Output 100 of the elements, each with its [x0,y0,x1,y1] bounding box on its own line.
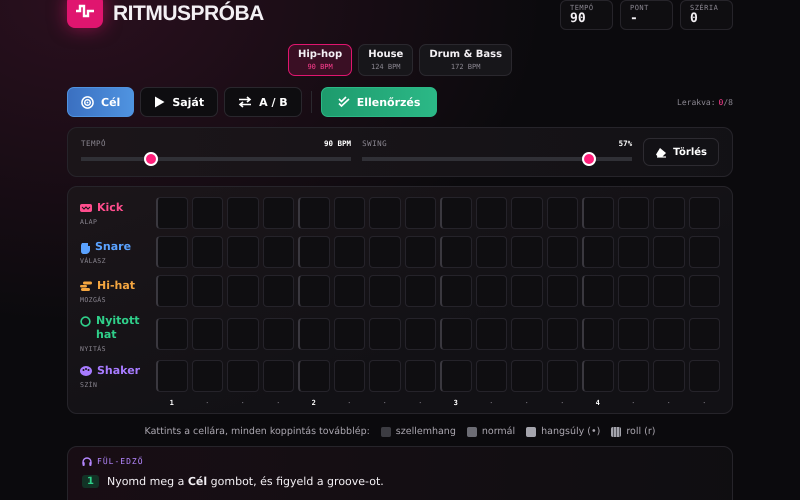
legend-swatch [466,426,477,436]
step-cell[interactable] [688,360,720,392]
step-cell[interactable] [618,275,649,307]
step-cell[interactable] [262,275,294,307]
step-cell[interactable] [404,275,436,307]
step-cell[interactable] [618,197,649,229]
step-cell[interactable] [334,360,365,392]
step-cell[interactable] [582,197,614,229]
step-cell[interactable] [404,236,436,268]
track-name: Snare [95,240,132,254]
step-cell[interactable] [192,318,223,350]
step-cell[interactable] [511,275,542,307]
step-cell[interactable] [546,197,578,229]
step-cell[interactable] [546,360,578,392]
step-cell[interactable] [334,236,365,268]
step-cell[interactable] [476,318,507,350]
step-cell[interactable] [156,318,188,350]
step-cell[interactable] [440,197,472,229]
step-cell[interactable] [582,236,614,268]
step-cell[interactable] [369,318,400,350]
step-cell[interactable] [227,236,258,268]
step-badge: 1 [82,475,99,488]
step-cell[interactable] [192,197,223,229]
track-name: Nyitott hat [96,314,140,342]
step-cell[interactable] [511,318,542,350]
step-cell[interactable] [653,318,684,350]
legend-label: hangsúly (•) [541,426,600,437]
step-cell[interactable] [653,275,684,307]
step-cell[interactable] [618,318,649,350]
step-cell[interactable] [369,236,400,268]
step-cell[interactable] [227,275,258,307]
slider-thumb[interactable] [582,152,596,166]
step-cell[interactable] [334,197,365,229]
step-cell[interactable] [334,318,365,350]
step-cell[interactable] [334,275,365,307]
clear-button[interactable]: Törlés [643,138,720,166]
step-cell[interactable] [618,236,649,268]
step-cell[interactable] [476,197,507,229]
step-cell[interactable] [156,275,188,307]
step-cell[interactable] [262,360,294,392]
target-icon [81,96,94,108]
stat-value: 90 [570,12,587,26]
step-cell[interactable] [511,236,542,268]
step-cell[interactable] [227,197,258,229]
step-cell[interactable] [653,360,684,392]
step-cell[interactable] [192,236,223,268]
step-cell[interactable] [546,318,578,350]
headphones-icon [82,457,92,466]
step-cell[interactable] [653,197,684,229]
step-cell[interactable] [476,360,507,392]
step-cell[interactable] [546,275,578,307]
step-cell[interactable] [688,318,720,350]
step-cell[interactable] [582,360,614,392]
legend-label: szellemhang [396,426,456,437]
step-cell[interactable] [688,236,720,268]
mode-button[interactable]: Cél [67,87,134,117]
step-cell[interactable] [192,360,223,392]
step-cell[interactable] [298,275,330,307]
step-cell[interactable] [653,236,684,268]
step-cell[interactable] [369,197,400,229]
step-cell[interactable] [156,236,188,268]
step-cell[interactable] [440,360,472,392]
step-cell[interactable] [227,318,258,350]
legend-intro: Kattints a cellára, minden koppintás továbblép: [144,426,370,437]
step-cell[interactable] [440,236,472,268]
step-cell[interactable] [156,360,188,392]
step-cell[interactable] [156,197,188,229]
step-cell[interactable] [511,360,542,392]
step-cell[interactable] [298,318,330,350]
step-cell[interactable] [688,197,720,229]
step-cell[interactable] [262,236,294,268]
mode-button[interactable]: A / B [224,87,302,117]
step-cell[interactable] [404,197,436,229]
mode-button[interactable]: Saját [140,87,218,117]
step-cell[interactable] [369,275,400,307]
step-cell[interactable] [192,275,223,307]
step-cell[interactable] [298,197,330,229]
step-cell[interactable] [476,275,507,307]
step-cell[interactable] [227,360,258,392]
step-cell[interactable] [582,318,614,350]
legend-swatch [611,426,622,436]
step-cell[interactable] [582,275,614,307]
step-cell[interactable] [404,318,436,350]
step-cell[interactable] [511,197,542,229]
play-icon [154,96,166,108]
step-cell[interactable] [369,360,400,392]
step-cell[interactable] [262,197,294,229]
step-cell[interactable] [688,275,720,307]
slider-thumb[interactable] [144,152,158,166]
step-cell[interactable] [262,318,294,350]
step-cell[interactable] [298,236,330,268]
step-cell[interactable] [618,360,649,392]
step-cell[interactable] [404,360,436,392]
ring-icon [80,316,91,327]
step-cell[interactable] [546,236,578,268]
step-cell[interactable] [298,360,330,392]
step-cell[interactable] [440,318,472,350]
legend-label: roll (r) [626,426,656,437]
step-cell[interactable] [476,236,507,268]
step-cell[interactable] [440,275,472,307]
